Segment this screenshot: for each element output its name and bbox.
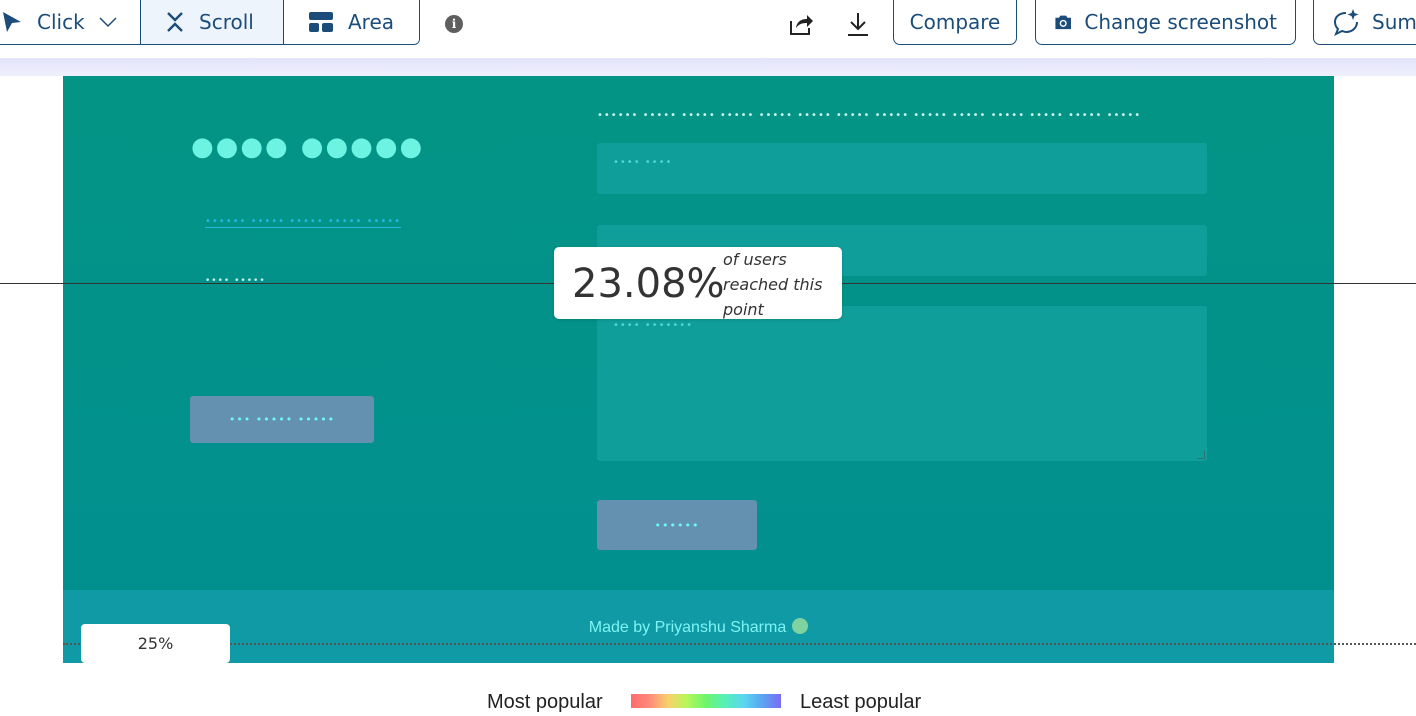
summary-label: Sum xyxy=(1372,9,1416,34)
compare-label: Compare xyxy=(909,9,1001,34)
submit-label: •••••• xyxy=(654,518,700,532)
mode-selector: Click Scroll Area xyxy=(0,0,420,45)
contact-section: ●●●● ●●●●● •••••• ••••• ••••• ••••• ••••… xyxy=(63,76,1334,590)
scroll-mode-label: Scroll xyxy=(199,9,254,34)
message-textarea[interactable]: •••• ••••••• xyxy=(597,306,1207,461)
resize-handle[interactable] xyxy=(1197,451,1205,459)
email-link[interactable]: •••••• ••••• ••••• ••••• ••••• xyxy=(205,216,402,228)
download-icon[interactable] xyxy=(845,11,871,37)
message-placeholder: •••• ••••••• xyxy=(613,320,694,331)
form-label: •••••• ••••• ••••• ••••• ••••• ••••• •••… xyxy=(597,110,1142,121)
page-footer: Made by Priyanshu Sharma xyxy=(63,590,1334,663)
page-margin-left xyxy=(0,76,63,663)
name-field[interactable]: •••• •••• xyxy=(597,143,1207,194)
scroll-depth-marker-line xyxy=(63,643,1416,645)
summary-button[interactable]: Sum xyxy=(1313,0,1416,45)
change-screenshot-button[interactable]: Change screenshot xyxy=(1035,0,1296,45)
page-margin-right xyxy=(1334,76,1416,663)
download-cv-button[interactable]: ••• ••••• ••••• xyxy=(190,396,374,443)
name-placeholder: •••• •••• xyxy=(613,157,673,168)
scroll-icon xyxy=(167,11,183,32)
camera-icon xyxy=(1055,15,1071,29)
scroll-depth-badge: 25% xyxy=(81,624,230,663)
heatmap-toolbar: Click Scroll Area i Compare Change scree… xyxy=(0,0,1416,58)
section-heading: ●●●● ●●●●● xyxy=(191,132,425,162)
footer-credit: Made by Priyanshu Sharma xyxy=(63,618,1334,637)
compare-button[interactable]: Compare xyxy=(893,0,1017,45)
share-icon[interactable] xyxy=(788,11,814,37)
legend-gradient xyxy=(631,694,781,708)
sparkle-chat-icon xyxy=(1333,8,1359,36)
change-screenshot-label: Change screenshot xyxy=(1084,9,1277,34)
submit-button[interactable]: •••••• xyxy=(597,500,757,550)
smile-emoji-icon xyxy=(792,618,809,634)
area-mode-label: Area xyxy=(348,9,395,34)
chevron-down-icon[interactable] xyxy=(99,16,117,28)
area-mode-button[interactable]: Area xyxy=(284,0,419,44)
reach-percent: 23.08% xyxy=(572,261,725,307)
cursor-icon xyxy=(3,11,21,32)
footer-text: Made by Priyanshu Sharma xyxy=(588,619,787,636)
toolbar-shadow xyxy=(0,58,1416,76)
location-text: •••• ••••• xyxy=(205,276,266,286)
legend-least-popular: Least popular xyxy=(800,691,922,713)
info-icon[interactable]: i xyxy=(445,15,463,33)
download-cv-label: ••• ••••• ••••• xyxy=(228,413,336,426)
scroll-mode-button[interactable]: Scroll xyxy=(141,0,284,44)
click-mode-label: Click xyxy=(37,9,85,34)
heatmap-legend: Most popular Least popular xyxy=(0,663,1416,716)
legend-most-popular: Most popular xyxy=(487,691,603,713)
scroll-reach-tooltip: 23.08% of users reached this point xyxy=(554,247,842,319)
area-icon xyxy=(309,11,333,32)
reach-description: of users reached this point xyxy=(723,250,823,319)
click-mode-button[interactable]: Click xyxy=(0,0,141,44)
